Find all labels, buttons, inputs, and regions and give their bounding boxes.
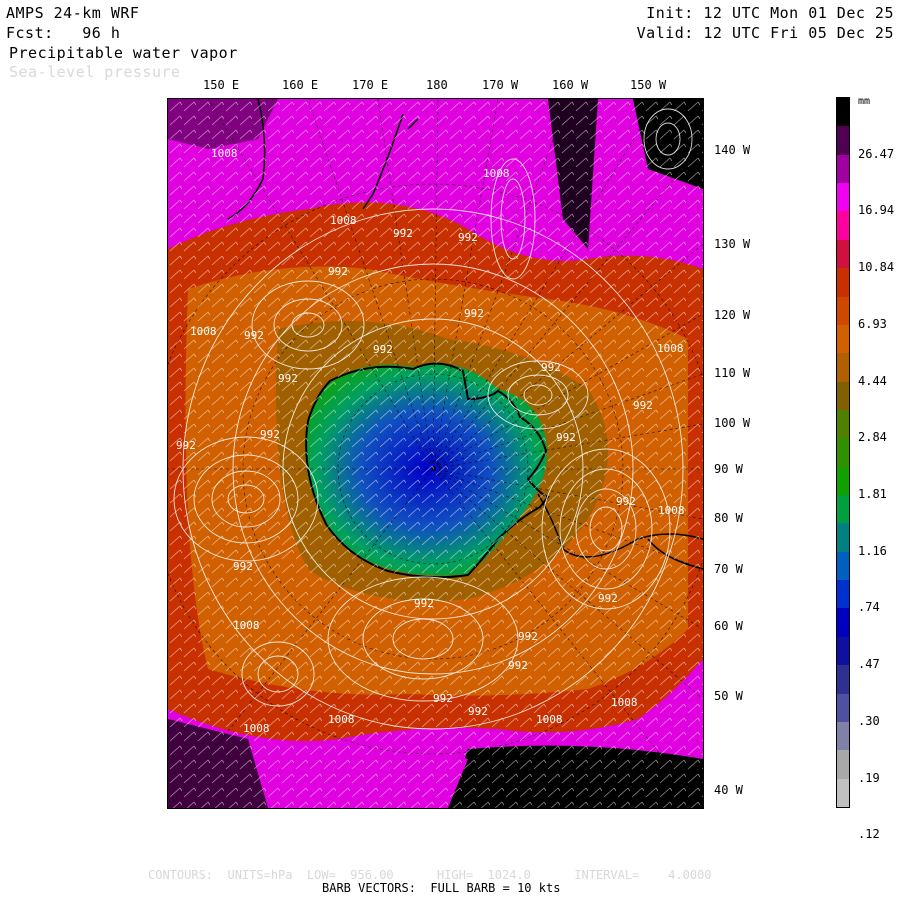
- colorbar-segment: [837, 580, 849, 609]
- colorbar-label: .12: [858, 827, 880, 842]
- lon-label-right: 60 W: [714, 619, 743, 633]
- colorbar-segment: [837, 296, 849, 326]
- colorbar-label: 10.84: [858, 260, 895, 275]
- colorbar-label: .19: [858, 770, 880, 785]
- colorbar-segment: [837, 495, 849, 524]
- colorbar-label: .47: [858, 657, 880, 672]
- lon-label: 160 E: [282, 78, 319, 92]
- isobar-label: 1008: [536, 713, 563, 726]
- valid-time: Valid: 12 UTC Fri 05 Dec 25: [636, 24, 894, 42]
- isobar-label: 992: [244, 329, 264, 342]
- lon-label: 170 W: [482, 78, 519, 92]
- isobar-label: 992: [508, 659, 528, 672]
- colorbar-label: 1.16: [858, 543, 887, 558]
- lon-label-right: 110 W: [714, 366, 751, 380]
- isobar-label: 992: [328, 265, 348, 278]
- isobar-label: 992: [414, 597, 434, 610]
- isobar-label: 1008: [190, 325, 217, 338]
- colorbar-label: 26.47: [858, 146, 895, 161]
- map-canvas: 1008 992 1008 992 992 1008 992 1008 992 …: [168, 99, 703, 808]
- isobar-label: 992: [433, 692, 453, 705]
- lon-label: 160 W: [552, 78, 589, 92]
- isobar-label: 992: [616, 495, 636, 508]
- isobar-label: 992: [373, 343, 393, 356]
- lon-label-right: 120 W: [714, 308, 751, 322]
- isobar-label: 1008: [483, 167, 510, 180]
- lon-label: 150 E: [203, 78, 240, 92]
- isobar-label: 992: [393, 227, 413, 240]
- colorbar-segment: [837, 324, 849, 354]
- colorbar-units: mm: [858, 96, 871, 107]
- colorbar-segment: [837, 381, 849, 411]
- forecast-hour: Fcst: 96 h: [6, 24, 121, 42]
- lon-label-right: 40 W: [714, 783, 743, 797]
- field-primary: Precipitable water vapor: [9, 44, 238, 62]
- lon-label-right: 130 W: [714, 237, 751, 251]
- isobar-label: 992: [458, 231, 478, 244]
- colorbar-segment: [837, 438, 849, 468]
- colorbar-segment: [837, 183, 849, 212]
- colorbar-segment: [837, 693, 849, 723]
- colorbar-label: 2.84: [858, 430, 887, 445]
- isobar-label: 992: [598, 592, 618, 605]
- colorbar-segment: [837, 523, 849, 553]
- isobar-label: 992: [633, 399, 653, 412]
- colorbar-segment: [837, 239, 849, 269]
- colorbar-label: 1.81: [858, 487, 887, 502]
- isobar-label: 992: [468, 705, 488, 718]
- lon-label-right: 140 W: [714, 143, 751, 157]
- isobar-label: 1008: [611, 696, 638, 709]
- colorbar-label: 6.93: [858, 316, 887, 331]
- lon-label-right: 50 W: [714, 689, 743, 703]
- lon-label-right: 100 W: [714, 416, 751, 430]
- colorbar-segment: [837, 721, 849, 751]
- colorbar-label: .74: [858, 600, 880, 615]
- model-title: AMPS 24-km WRF: [6, 4, 140, 22]
- colorbar-segment: [837, 636, 849, 666]
- colorbar-segment: [837, 353, 849, 383]
- isobar-label: 992: [541, 361, 561, 374]
- isobar-label: 992: [176, 439, 196, 452]
- colorbar-segment: [837, 608, 849, 638]
- colorbar-segment: [837, 665, 849, 695]
- isobar-label: 1008: [211, 147, 238, 160]
- barb-info: BARB VECTORS: FULL BARB = 10 kts: [322, 881, 561, 895]
- precipitable-water-map: 1008 992 1008 992 992 1008 992 1008 992 …: [167, 98, 704, 809]
- colorbar-segment: [837, 211, 849, 241]
- colorbar-segment: [837, 750, 849, 780]
- colorbar-segment: [837, 778, 849, 808]
- colorbar-segment: [837, 268, 849, 298]
- isobar-label: 1008: [657, 342, 684, 355]
- isobar-label: 1008: [330, 214, 357, 227]
- contour-info: CONTOURS: UNITS=hPa LOW= 956.00 HIGH= 10…: [148, 868, 712, 882]
- colorbar-segment: [837, 98, 849, 127]
- lon-label-right: 70 W: [714, 562, 743, 576]
- isobar-label: 992: [518, 630, 538, 643]
- colorbar-label: 16.94: [858, 203, 895, 218]
- isobar-label: 992: [233, 560, 253, 573]
- colorbar-segment: [837, 154, 849, 184]
- colorbar-segment: [837, 409, 849, 439]
- colorbar: [836, 97, 850, 808]
- isobar-label: 992: [464, 307, 484, 320]
- isobar-label: 1008: [658, 504, 685, 517]
- lon-label-right: 90 W: [714, 462, 743, 476]
- colorbar-label: 4.44: [858, 373, 887, 388]
- lon-label-right: 80 W: [714, 511, 743, 525]
- isobar-label: 992: [260, 428, 280, 441]
- field-secondary: Sea-level pressure: [9, 63, 181, 81]
- colorbar-label: .30: [858, 713, 880, 728]
- lon-label: 180: [426, 78, 448, 92]
- isobar-label: 992: [278, 372, 298, 385]
- isobar-label: 1008: [328, 713, 355, 726]
- lon-label: 150 W: [630, 78, 667, 92]
- colorbar-segment: [837, 466, 849, 496]
- isobar-label: 1008: [233, 619, 260, 632]
- lon-label: 170 E: [352, 78, 389, 92]
- init-time: Init: 12 UTC Mon 01 Dec 25: [646, 4, 894, 22]
- colorbar-segment: [837, 551, 849, 581]
- isobar-label: 1008: [243, 722, 270, 735]
- colorbar-segment: [837, 126, 849, 156]
- isobar-label: 992: [556, 431, 576, 444]
